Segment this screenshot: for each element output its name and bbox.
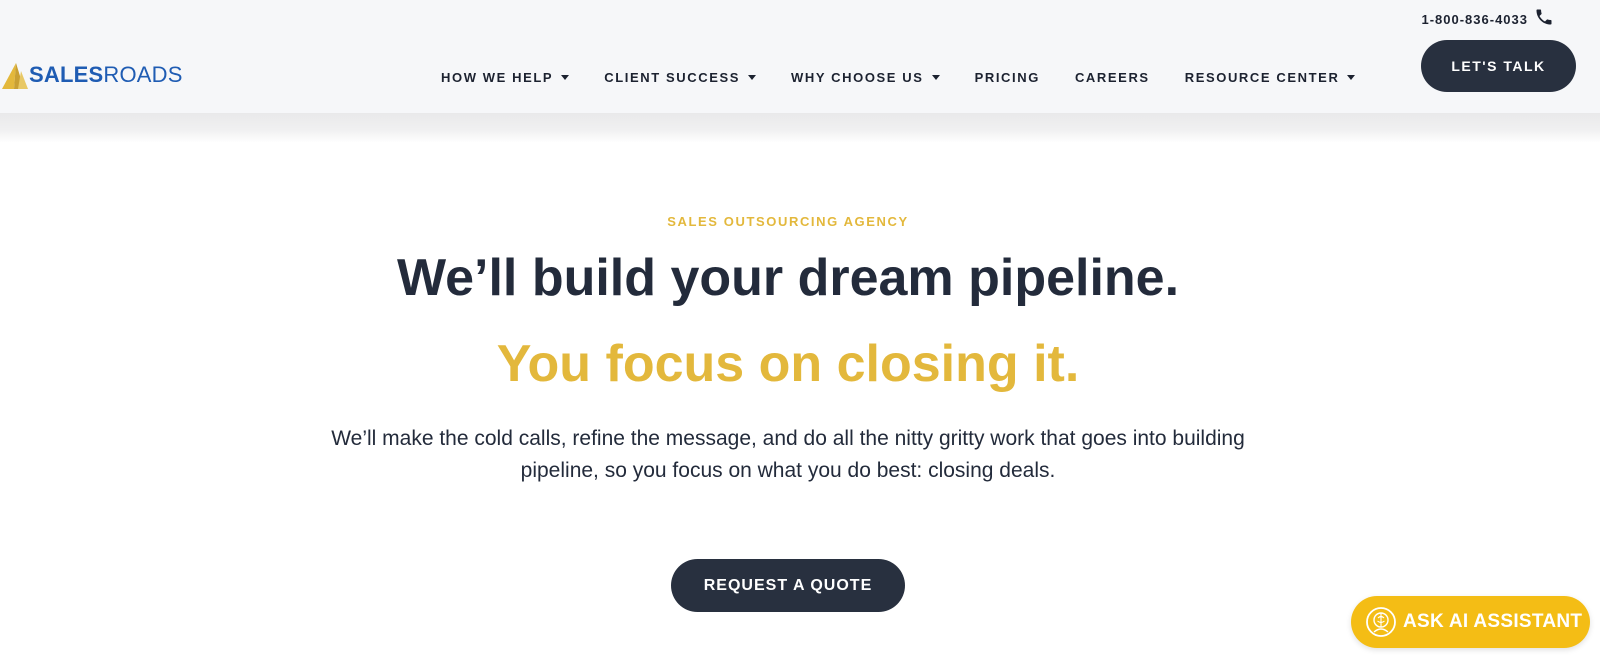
salesroads-logo[interactable]: SALESROADS xyxy=(2,58,183,92)
hero-subheadline: You focus on closing it. xyxy=(496,335,1080,393)
caret-down-icon xyxy=(1347,74,1356,80)
phone-icon xyxy=(1536,9,1552,24)
ask-ai-assistant-label: ASK AI ASSISTANT xyxy=(1403,611,1583,632)
site-header xyxy=(0,0,1600,113)
main-nav: HOW WE HELP CLIENT SUCCESS WHY CHOOSE US… xyxy=(441,66,1390,88)
header-shadow xyxy=(0,113,1600,143)
phone-link[interactable]: 1-800-836-4033 xyxy=(1421,9,1554,27)
logo-roads-text: ROADS xyxy=(103,62,183,87)
nav-item-label: CAREERS xyxy=(1074,69,1150,85)
nav-item-client-success[interactable]: CLIENT SUCCESS xyxy=(604,69,757,85)
nav-item-label: HOW WE HELP xyxy=(441,69,554,85)
nav-item-careers[interactable]: CAREERS xyxy=(1075,70,1150,85)
hero-eyebrow: SALES OUTSOURCING AGENCY xyxy=(667,214,909,229)
caret-down-icon xyxy=(931,74,940,80)
caret-down-icon xyxy=(561,74,570,80)
ai-assistant-icon xyxy=(1366,607,1396,637)
caret-down-icon xyxy=(748,74,757,80)
lets-talk-button[interactable]: LET'S TALK xyxy=(1421,40,1576,92)
request-quote-button[interactable]: REQUEST A QUOTE xyxy=(671,559,905,612)
ask-ai-assistant-button[interactable]: ASK AI ASSISTANT xyxy=(1351,596,1590,648)
hero-body-text: We’ll make the cold calls, refine the me… xyxy=(331,427,1245,482)
nav-item-resource-center[interactable]: RESOURCE CENTER xyxy=(1185,70,1356,85)
hero-headline: We’ll build your dream pipeline. xyxy=(396,249,1180,307)
phone-number: 1-800-836-4033 xyxy=(1421,12,1528,27)
logo-sales-text: SALES xyxy=(29,62,104,87)
nav-item-label: WHY CHOOSE US xyxy=(791,69,924,85)
nav-item-how-we-help[interactable]: HOW WE HELP xyxy=(441,69,570,85)
nav-item-label: RESOURCE CENTER xyxy=(1184,69,1340,85)
sail-logo-icon xyxy=(2,63,28,89)
nav-item-label: PRICING xyxy=(974,69,1040,85)
nav-item-label: CLIENT SUCCESS xyxy=(604,69,741,85)
nav-item-pricing[interactable]: PRICING xyxy=(975,70,1040,85)
nav-item-why-choose-us[interactable]: WHY CHOOSE US xyxy=(791,70,940,85)
logo-text: SALESROADS xyxy=(29,64,183,86)
